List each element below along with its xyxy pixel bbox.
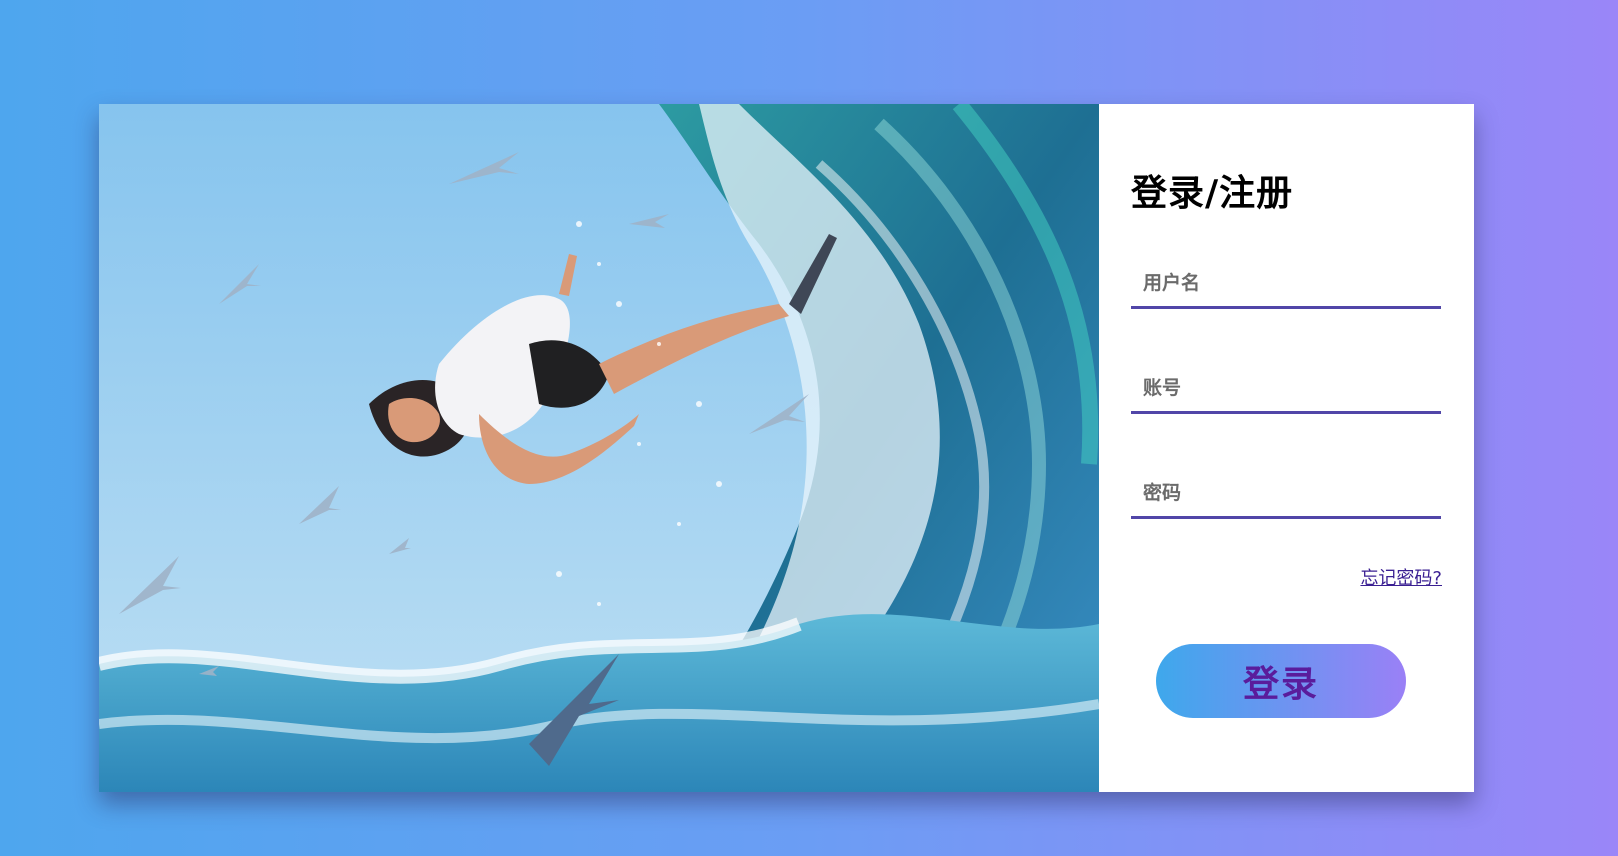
login-panel: 登录/注册 忘记密码? 登录 [1099, 104, 1474, 792]
login-card: 登录/注册 忘记密码? 登录 [99, 104, 1474, 792]
hero-illustration [99, 104, 1099, 792]
username-field [1131, 260, 1441, 309]
username-input[interactable] [1131, 260, 1441, 306]
password-field [1131, 470, 1441, 519]
ocean-wave-illustration [99, 104, 1099, 792]
forgot-password-link[interactable]: 忘记密码? [1360, 564, 1442, 590]
login-button[interactable]: 登录 [1156, 644, 1406, 718]
account-input[interactable] [1131, 365, 1441, 411]
account-field [1131, 365, 1441, 414]
form-title: 登录/注册 [1131, 173, 1294, 214]
password-input[interactable] [1131, 470, 1441, 516]
